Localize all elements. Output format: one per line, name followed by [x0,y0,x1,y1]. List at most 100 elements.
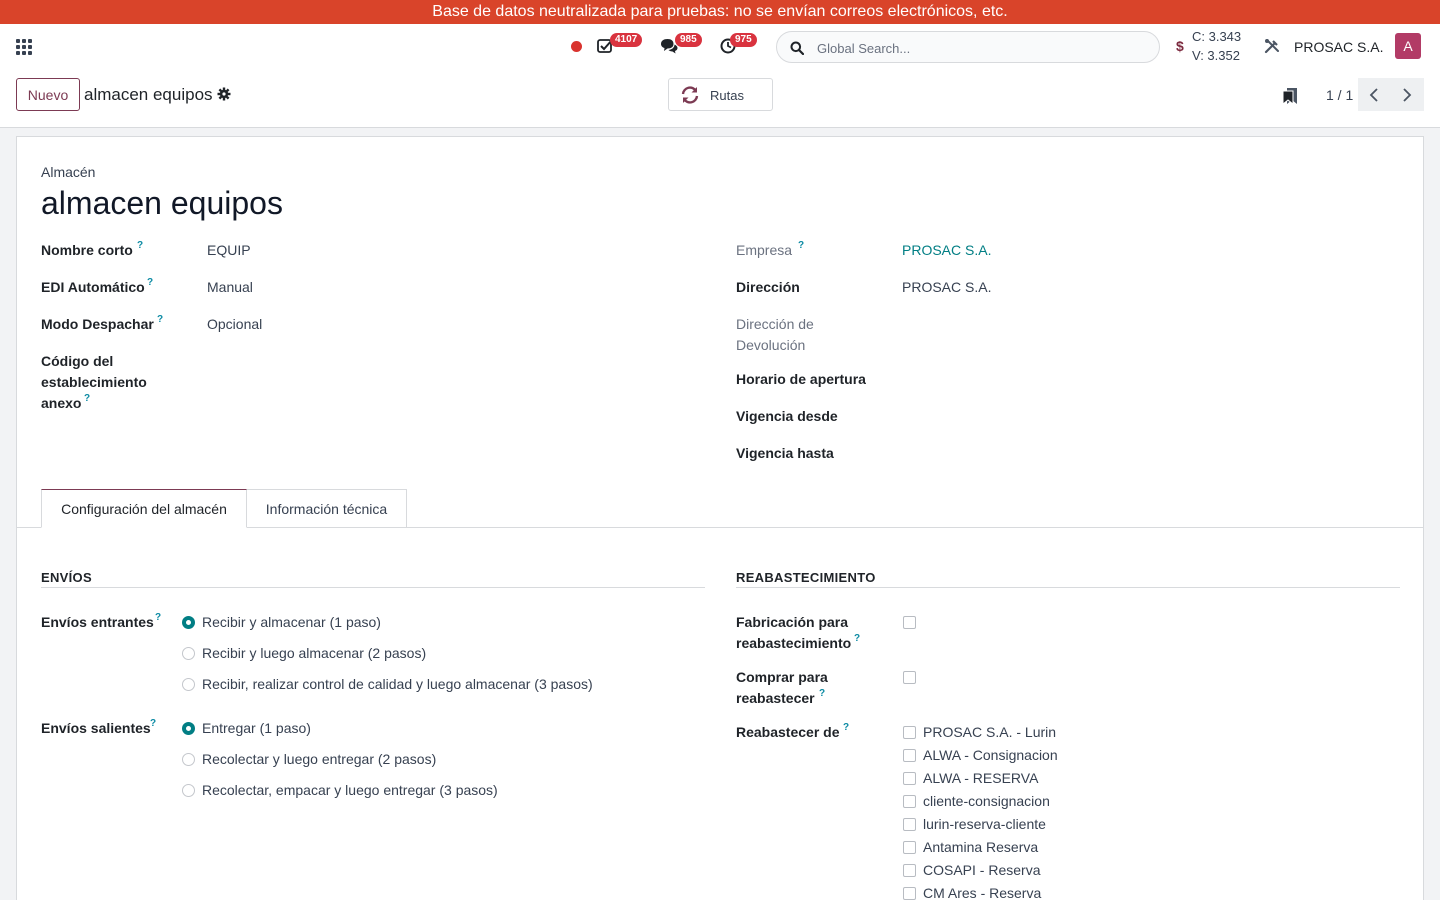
tab-warehouse-config[interactable]: Configuración del almacén [41,489,247,528]
manufacture-replenish-label-line1: Fabricación para [736,614,849,630]
resupply-warehouse-label[interactable]: cliente-consignacion [923,793,1050,809]
control-panel: Nuevo almacen equipos Rutas 1 / 1 [0,70,1440,128]
routes-button-label: Rutas [710,88,744,103]
new-button[interactable]: Nuevo [16,78,80,111]
resupply-checkbox[interactable] [903,887,916,900]
resupply-checkbox[interactable] [903,795,916,808]
manufacture-replenish-checkbox[interactable] [903,616,916,629]
company-switcher[interactable]: PROSAC S.A. [1294,39,1383,55]
resupply-from-help-icon[interactable]: ? [843,722,849,733]
outgoing-two-steps-radio[interactable] [182,753,195,766]
record-type-label: Almacén [41,164,96,180]
buy-replenish-help-icon[interactable]: ? [819,688,825,699]
establishment-code-label-line2: establecimiento [41,374,147,390]
shipments-section-divider [41,587,705,588]
outgoing-one-step-label[interactable]: Entregar (1 paso) [202,720,311,736]
timer-count-badge: 975 [730,33,757,47]
resupply-warehouse-label[interactable]: CM Ares - Reserva [923,885,1041,900]
company-help-icon[interactable]: ? [798,240,804,251]
debug-tools-icon[interactable] [1264,38,1280,54]
establishment-code-label-line1: Código del [41,353,114,369]
timer-button[interactable]: 975 [720,33,762,58]
incoming-shipments-help-icon[interactable]: ? [155,612,161,623]
outgoing-one-step-radio[interactable] [182,722,195,735]
resupply-warehouse-label[interactable]: Antamina Reserva [923,839,1038,855]
pager-previous-button[interactable] [1358,78,1391,111]
messages-button[interactable]: 985 [660,33,706,58]
outgoing-three-steps-radio[interactable] [182,784,195,797]
pager-next-button[interactable] [1391,78,1424,111]
outgoing-two-steps-label[interactable]: Recolectar y luego entregar (2 pasos) [202,751,436,767]
establishment-code-help-icon[interactable]: ? [84,393,90,404]
resupply-warehouse-label[interactable]: PROSAC S.A. - Lurin [923,724,1056,740]
dispatch-mode-label: Modo Despachar [41,316,154,332]
global-search[interactable] [776,31,1160,63]
outgoing-shipments-help-icon[interactable]: ? [150,718,156,729]
global-search-input[interactable] [817,38,1147,58]
short-name-value[interactable]: EQUIP [207,242,251,258]
opening-hours-field[interactable] [902,371,1382,391]
edi-auto-value[interactable]: Manual [207,279,253,295]
buy-replenish-checkbox[interactable] [903,671,916,684]
resupply-warehouse-label[interactable]: COSAPI - Reserva [923,862,1040,878]
apps-menu-icon[interactable] [16,39,32,55]
currency-icon: $ [1176,38,1184,54]
record-indicator-icon[interactable] [571,41,582,52]
establishment-code-field[interactable] [207,353,687,373]
valid-from-label: Vigencia desde [736,408,838,424]
bookmarks-icon[interactable] [1282,87,1298,105]
incoming-two-steps-label[interactable]: Recibir y luego almacenar (2 pasos) [202,645,426,661]
search-icon [790,41,804,55]
return-address-field[interactable] [902,316,1382,336]
replenishment-section-title: REABASTECIMIENTO [736,570,876,585]
pager-value[interactable]: 1 / 1 [1326,87,1353,103]
resupply-checkbox[interactable] [903,864,916,877]
edi-auto-help-icon[interactable]: ? [147,277,153,288]
manufacture-replenish-help-icon[interactable]: ? [854,633,860,644]
chevron-left-icon [1369,88,1378,102]
short-name-label: Nombre corto [41,242,133,258]
messages-count-badge: 985 [675,33,702,47]
replenishment-section-divider [736,587,1400,588]
routes-button[interactable]: Rutas [668,78,773,111]
incoming-three-steps-label[interactable]: Recibir, realizar control de calidad y l… [202,676,593,692]
address-label: Dirección [736,279,800,295]
incoming-three-steps-radio[interactable] [182,678,195,691]
resupply-checkbox[interactable] [903,772,916,785]
resupply-warehouse-label[interactable]: ALWA - RESERVA [923,770,1038,786]
refresh-icon [681,86,699,104]
outgoing-three-steps-label[interactable]: Recolectar, empacar y luego entregar (3 … [202,782,498,798]
tab-technical-info[interactable]: Información técnica [246,489,407,528]
address-value[interactable]: PROSAC S.A. [902,279,991,295]
resupply-warehouse-label[interactable]: lurin-reserva-cliente [923,816,1046,832]
resupply-checkbox[interactable] [903,749,916,762]
resupply-checkbox[interactable] [903,726,916,739]
resupply-warehouse-label[interactable]: ALWA - Consignacion [923,747,1058,763]
incoming-one-step-radio[interactable] [182,616,195,629]
buy-replenish-label-line2: reabastecer [736,690,815,706]
valid-until-label: Vigencia hasta [736,445,834,461]
incoming-two-steps-radio[interactable] [182,647,195,660]
valid-from-field[interactable] [902,408,1382,428]
exchange-rate-sell: V: 3.352 [1192,48,1240,63]
dispatch-mode-value[interactable]: Opcional [207,316,262,332]
resupply-checkbox[interactable] [903,818,916,831]
valid-until-field[interactable] [902,445,1382,465]
activities-button[interactable]: 4107 [597,33,645,58]
short-name-help-icon[interactable]: ? [137,240,143,251]
opening-hours-label: Horario de apertura [736,371,866,387]
edi-auto-label: EDI Automático [41,279,145,295]
user-avatar[interactable]: A [1395,33,1421,59]
dispatch-mode-help-icon[interactable]: ? [157,314,163,325]
incoming-shipments-label: Envíos entrantes [41,614,154,630]
establishment-code-label-line3: anexo [41,395,82,411]
record-title[interactable]: almacen equipos [41,185,283,222]
resupply-checkbox[interactable] [903,841,916,854]
activities-count-badge: 4107 [610,33,643,47]
top-navbar: 4107 985 975 $ C: 3.343 V: 3.352 PROSAC … [0,24,1440,70]
test-database-banner: Base de datos neutralizada para pruebas:… [0,0,1440,24]
gear-icon[interactable] [217,87,231,101]
incoming-one-step-label[interactable]: Recibir y almacenar (1 paso) [202,614,381,630]
company-link[interactable]: PROSAC S.A. [902,242,991,258]
shipments-section-title: ENVÍOS [41,570,92,585]
